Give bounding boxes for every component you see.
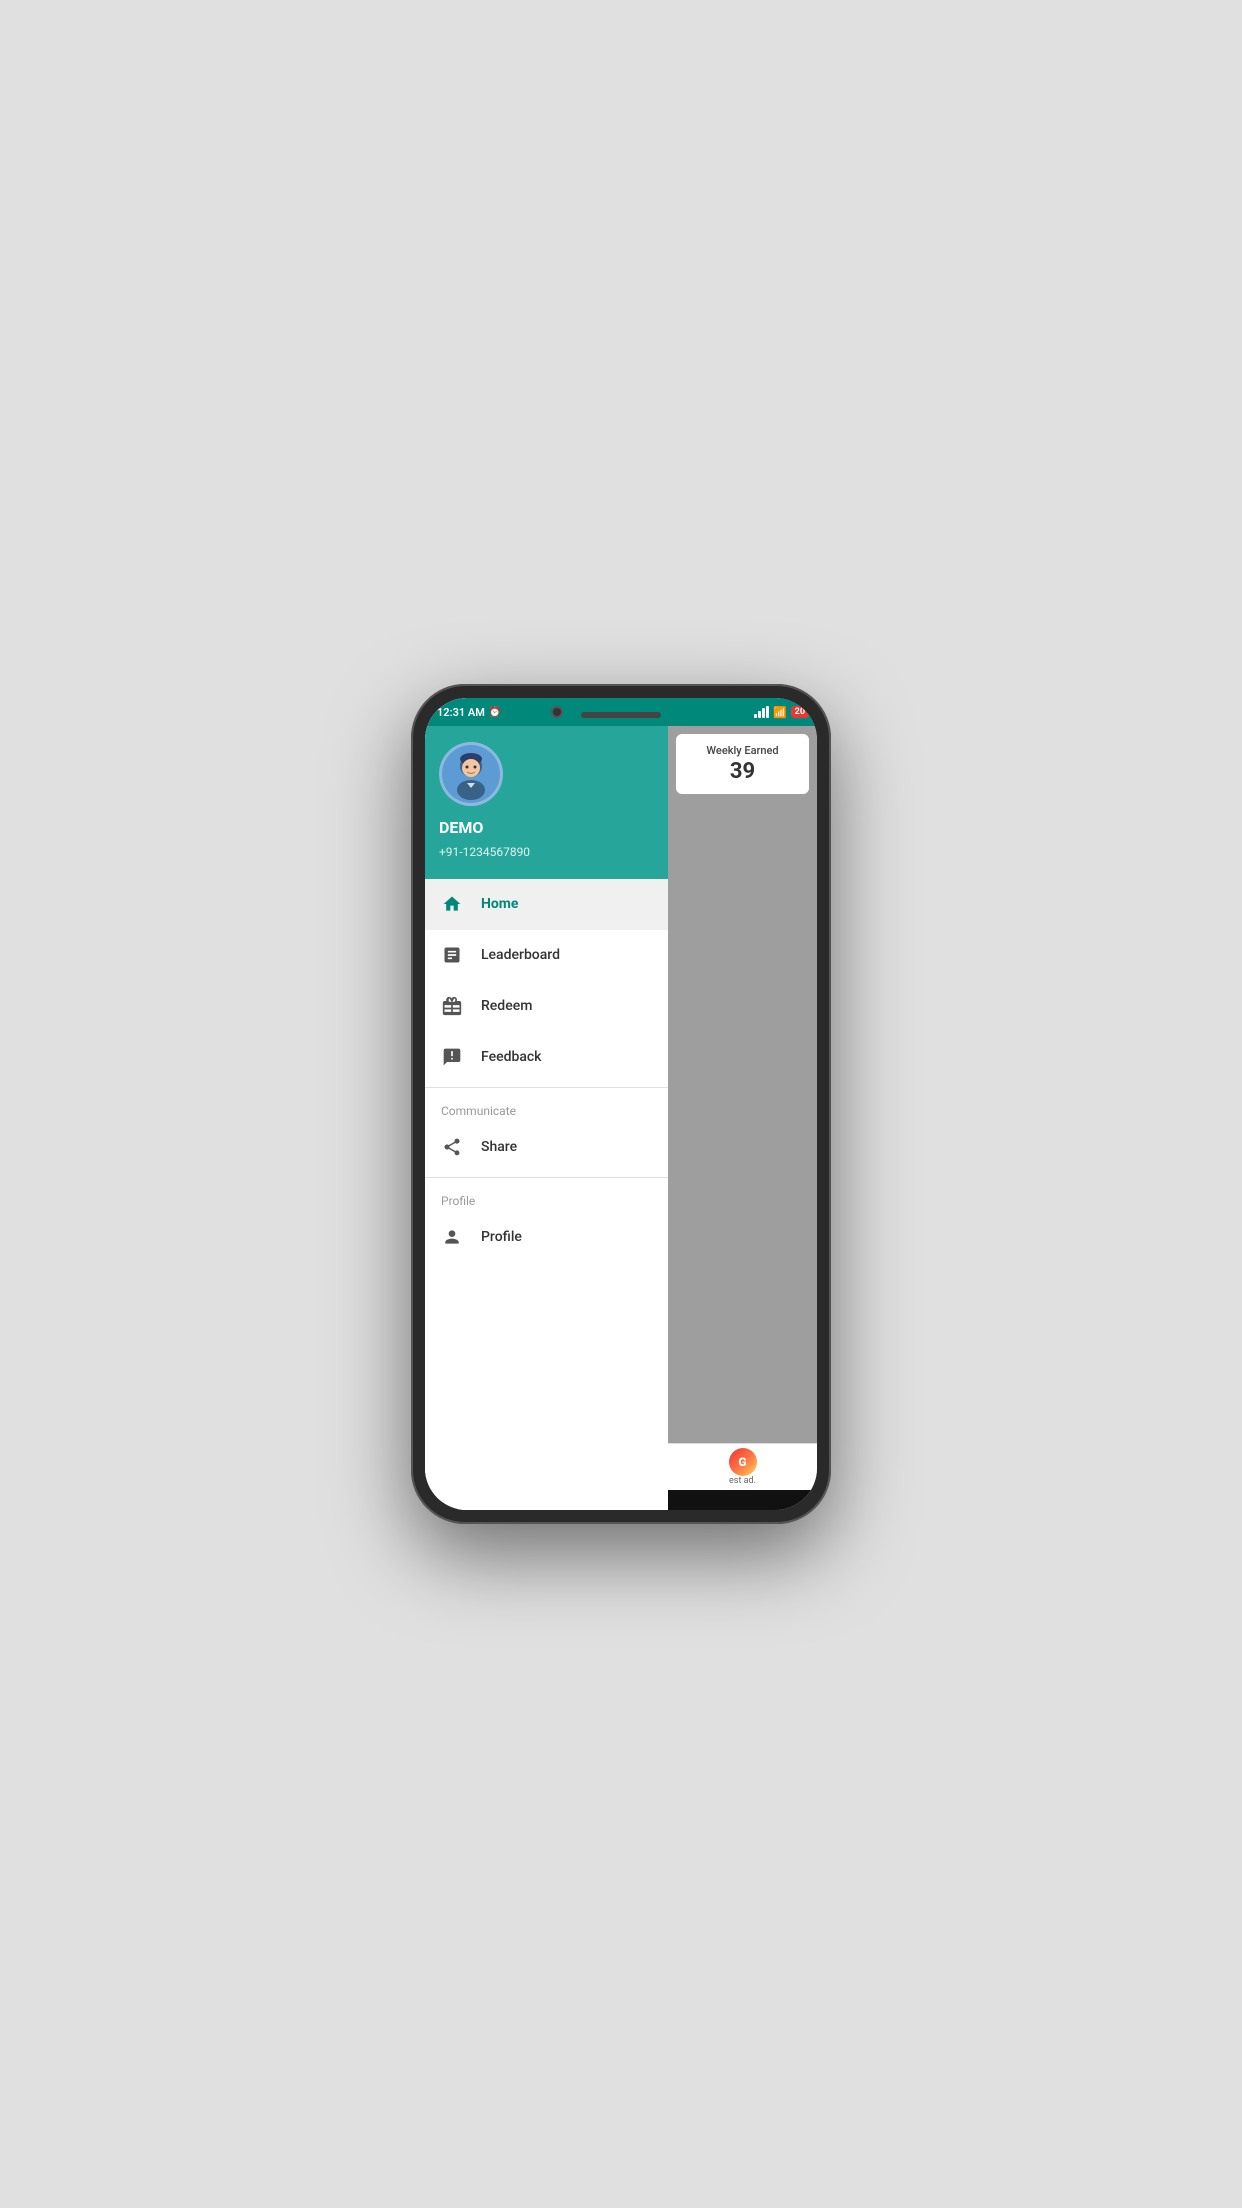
avatar-icon	[445, 748, 497, 800]
right-bottom-bar	[668, 1490, 817, 1510]
weekly-earned-card: Weekly Earned 39	[676, 734, 809, 794]
phone-screen: 12:31 AM ⏰	[425, 698, 817, 1510]
battery-indicator: 20	[791, 706, 809, 718]
right-background-panel: 📶 20 Weekly Earned 39 G est ad.	[668, 698, 817, 1510]
status-bar-left: 12:31 AM ⏰	[437, 706, 501, 719]
drawer-panel: 12:31 AM ⏰	[425, 698, 668, 1510]
menu-item-home[interactable]: Home	[425, 879, 668, 930]
home-icon	[441, 893, 463, 915]
section-profile: Profile	[425, 1182, 668, 1212]
ad-text: est ad.	[729, 1476, 756, 1486]
user-phone: +91-1234567890	[439, 845, 654, 859]
menu-item-leaderboard[interactable]: Leaderboard	[425, 930, 668, 981]
divider-2	[425, 1177, 668, 1178]
status-alarm-icon: ⏰	[489, 707, 501, 718]
wifi-icon: 📶	[773, 706, 787, 719]
menu-item-profile[interactable]: Profile	[425, 1212, 668, 1263]
status-time: 12:31 AM	[437, 706, 485, 719]
battery-level: 20	[795, 707, 805, 717]
leaderboard-icon	[441, 944, 463, 966]
phone-speaker	[581, 712, 661, 718]
menu-label-share: Share	[481, 1139, 517, 1155]
section-communicate: Communicate	[425, 1092, 668, 1122]
share-icon	[441, 1136, 463, 1158]
menu-item-feedback[interactable]: Feedback	[425, 1032, 668, 1083]
menu-label-home: Home	[481, 896, 518, 912]
right-status-bar: 📶 20	[668, 698, 817, 726]
profile-header: DEMO +91-1234567890	[425, 726, 668, 879]
profile-icon	[441, 1226, 463, 1248]
weekly-earned-value: 39	[686, 759, 799, 784]
redeem-icon	[441, 995, 463, 1017]
phone-camera	[551, 706, 563, 718]
phone-frame: 12:31 AM ⏰	[411, 684, 831, 1524]
ad-area: G est ad.	[668, 1443, 817, 1490]
menu-label-redeem: Redeem	[481, 998, 532, 1014]
menu-item-share[interactable]: Share	[425, 1122, 668, 1173]
weekly-earned-title: Weekly Earned	[686, 744, 799, 757]
avatar	[439, 742, 503, 806]
user-name: DEMO	[439, 818, 654, 837]
gray-area	[668, 802, 817, 1443]
feedback-icon	[441, 1046, 463, 1068]
signal-bars	[754, 706, 769, 718]
menu-label-leaderboard: Leaderboard	[481, 947, 560, 963]
menu-label-profile: Profile	[481, 1229, 522, 1245]
menu-list: Home Leaderboard	[425, 879, 668, 1510]
menu-label-feedback: Feedback	[481, 1049, 541, 1065]
ad-logo: G	[729, 1448, 757, 1476]
menu-item-redeem[interactable]: Redeem	[425, 981, 668, 1032]
divider-1	[425, 1087, 668, 1088]
